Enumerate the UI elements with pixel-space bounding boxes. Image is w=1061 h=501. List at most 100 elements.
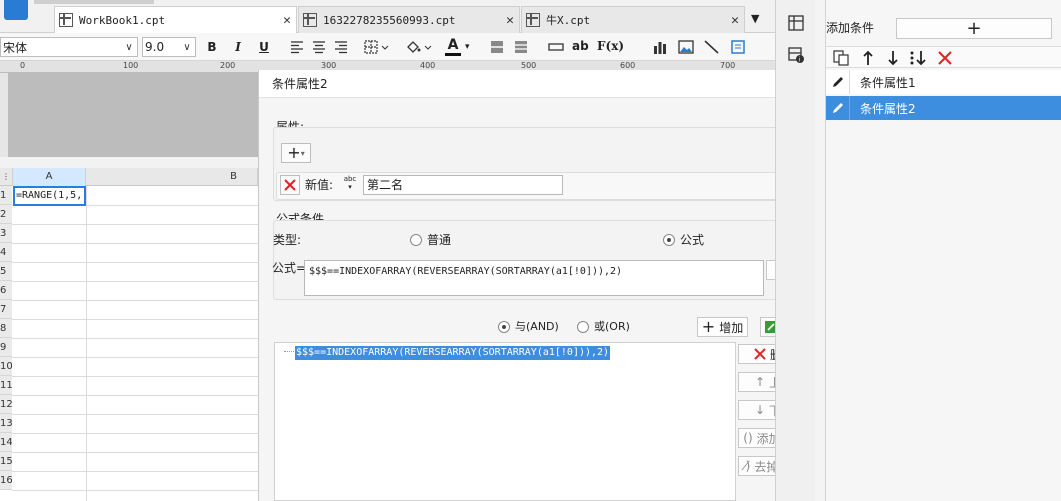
grid-line: [12, 395, 258, 396]
close-icon[interactable]: ✕: [726, 13, 744, 28]
search-icon[interactable]: [4, 0, 28, 20]
tab-workbook1[interactable]: WorkBook1.cpt ✕: [54, 6, 297, 33]
subreport-icon[interactable]: [731, 40, 745, 54]
ruler-tick: 100: [123, 61, 139, 70]
row-header[interactable]: 3: [0, 224, 12, 243]
condition-item-1[interactable]: 条件属性1: [826, 70, 1061, 94]
row-header[interactable]: 1: [0, 186, 12, 205]
add-condition-plus-button[interactable]: +: [896, 18, 1052, 39]
font-family-select[interactable]: 宋体 ∨: [0, 37, 138, 57]
or-radio[interactable]: [577, 321, 589, 333]
grid-line: [12, 319, 258, 320]
quick-toolbar: [34, 0, 154, 4]
grid-line: [12, 433, 258, 434]
select-all-corner[interactable]: ⋮: [0, 168, 13, 186]
row-header[interactable]: 5: [0, 262, 12, 281]
row-header[interactable]: 10: [0, 357, 12, 376]
chevron-down-icon[interactable]: ▾: [465, 42, 470, 52]
row-header[interactable]: 8: [0, 319, 12, 338]
column-header-b[interactable]: B: [86, 168, 258, 186]
delete-attr-button[interactable]: [280, 175, 300, 195]
align-right-icon[interactable]: [334, 40, 348, 54]
column-header-a[interactable]: A: [13, 168, 86, 186]
arrow-down-icon[interactable]: [886, 50, 900, 66]
condition-list[interactable]: [274, 342, 736, 501]
image-icon[interactable]: [678, 40, 694, 54]
report-body-area: [8, 73, 258, 157]
row-header[interactable]: 11: [0, 376, 12, 395]
type-formula-radio[interactable]: [663, 234, 675, 246]
condition-list-toolbar: [826, 46, 1061, 68]
merge-cells-icon[interactable]: [490, 40, 504, 54]
formula-icon[interactable]: F(x): [597, 39, 624, 53]
ruler-tick: 700: [720, 61, 736, 70]
new-value-input[interactable]: 第二名: [363, 175, 563, 195]
row-header[interactable]: 2: [0, 205, 12, 224]
condition-item[interactable]: $$$==INDEXOFARRAY(REVERSEARRAY(SORTARRAY…: [295, 346, 611, 360]
chart-icon[interactable]: [653, 40, 667, 54]
text-field-icon[interactable]: [548, 40, 564, 54]
plus-icon: +: [287, 143, 301, 162]
split-cells-icon[interactable]: [514, 40, 528, 54]
row-header[interactable]: 7: [0, 300, 12, 319]
tab-1632278235560993[interactable]: 1632278235560993.cpt ✕: [298, 6, 520, 33]
grid-line: [12, 224, 258, 225]
close-icon: [284, 179, 296, 191]
format-toolbar: 宋体 ∨ 9.0 ∨ B I U A ▾ ab F(x): [0, 33, 775, 61]
type-normal-label[interactable]: 普通: [427, 232, 451, 248]
row-header[interactable]: 13: [0, 414, 12, 433]
type-normal-radio[interactable]: [410, 234, 422, 246]
underline-button[interactable]: U: [255, 39, 273, 55]
font-size-select[interactable]: 9.0 ∨: [142, 37, 196, 57]
row-header[interactable]: 9: [0, 338, 12, 357]
arrow-up-icon[interactable]: [861, 50, 875, 66]
text-color-button[interactable]: A: [445, 38, 461, 56]
ruler-tick: 500: [521, 61, 537, 70]
border-icon[interactable]: [364, 40, 390, 54]
add-condition-button[interactable]: + 增加: [697, 317, 748, 337]
delete-icon[interactable]: [938, 51, 952, 65]
row-header[interactable]: 14: [0, 433, 12, 452]
row-header[interactable]: 6: [0, 281, 12, 300]
tab-menu-icon[interactable]: ▼: [751, 12, 759, 25]
copy-icon[interactable]: [833, 50, 849, 66]
slash-icon[interactable]: [704, 40, 720, 54]
formula-input[interactable]: $$$==INDEXOFARRAY(REVERSEARRAY(SORTARRAY…: [304, 260, 764, 296]
italic-button[interactable]: I: [229, 39, 247, 55]
cell-attribute-icon[interactable]: [788, 15, 804, 31]
ruler-tick: 0: [20, 61, 26, 70]
condition-attribute-icon[interactable]: i: [788, 47, 804, 63]
align-center-icon[interactable]: [312, 40, 326, 54]
row-header[interactable]: 15: [0, 452, 12, 471]
text-type-icon[interactable]: abc ▾: [340, 175, 360, 195]
ruler-tick: 600: [620, 61, 636, 70]
grid-line: [12, 414, 258, 415]
close-icon: [754, 348, 766, 360]
and-label[interactable]: 与(AND): [515, 319, 559, 335]
row-header[interactable]: 4: [0, 243, 12, 262]
cell-a1[interactable]: =RANGE(1,5,: [13, 186, 86, 206]
tab-niux[interactable]: 牛X.cpt ✕: [521, 6, 745, 33]
bracket-remove-icon: )̸: [745, 459, 751, 473]
text-type-icon[interactable]: ab: [572, 39, 589, 53]
type-formula-label[interactable]: 公式: [680, 232, 704, 248]
row-header[interactable]: 16: [0, 471, 12, 490]
sort-icon[interactable]: [909, 50, 927, 66]
align-left-icon[interactable]: [290, 40, 304, 54]
add-condition-label: 添加条件: [826, 21, 875, 35]
add-attr-button[interactable]: + ▾: [281, 143, 311, 163]
fill-color-icon[interactable]: [405, 40, 433, 54]
row-header[interactable]: 12: [0, 395, 12, 414]
chevron-down-icon: ▾: [300, 148, 305, 158]
arrow-up-icon: ↑: [754, 375, 766, 389]
or-label[interactable]: 或(OR): [594, 319, 630, 335]
grid-line: [12, 243, 258, 244]
close-icon[interactable]: ✕: [501, 13, 519, 28]
grid-icon: [303, 13, 317, 27]
close-icon[interactable]: ✕: [278, 13, 296, 28]
spreadsheet-grid[interactable]: 1 2 3 4 5 6 7 8 9 10 11 12 13 14 15 16 =RANGE(1,5,: [0, 186, 258, 501]
and-radio[interactable]: [498, 321, 510, 333]
plus-icon: +: [701, 317, 716, 336]
bold-button[interactable]: B: [203, 39, 221, 55]
condition-item-2[interactable]: 条件属性2: [826, 96, 1061, 120]
